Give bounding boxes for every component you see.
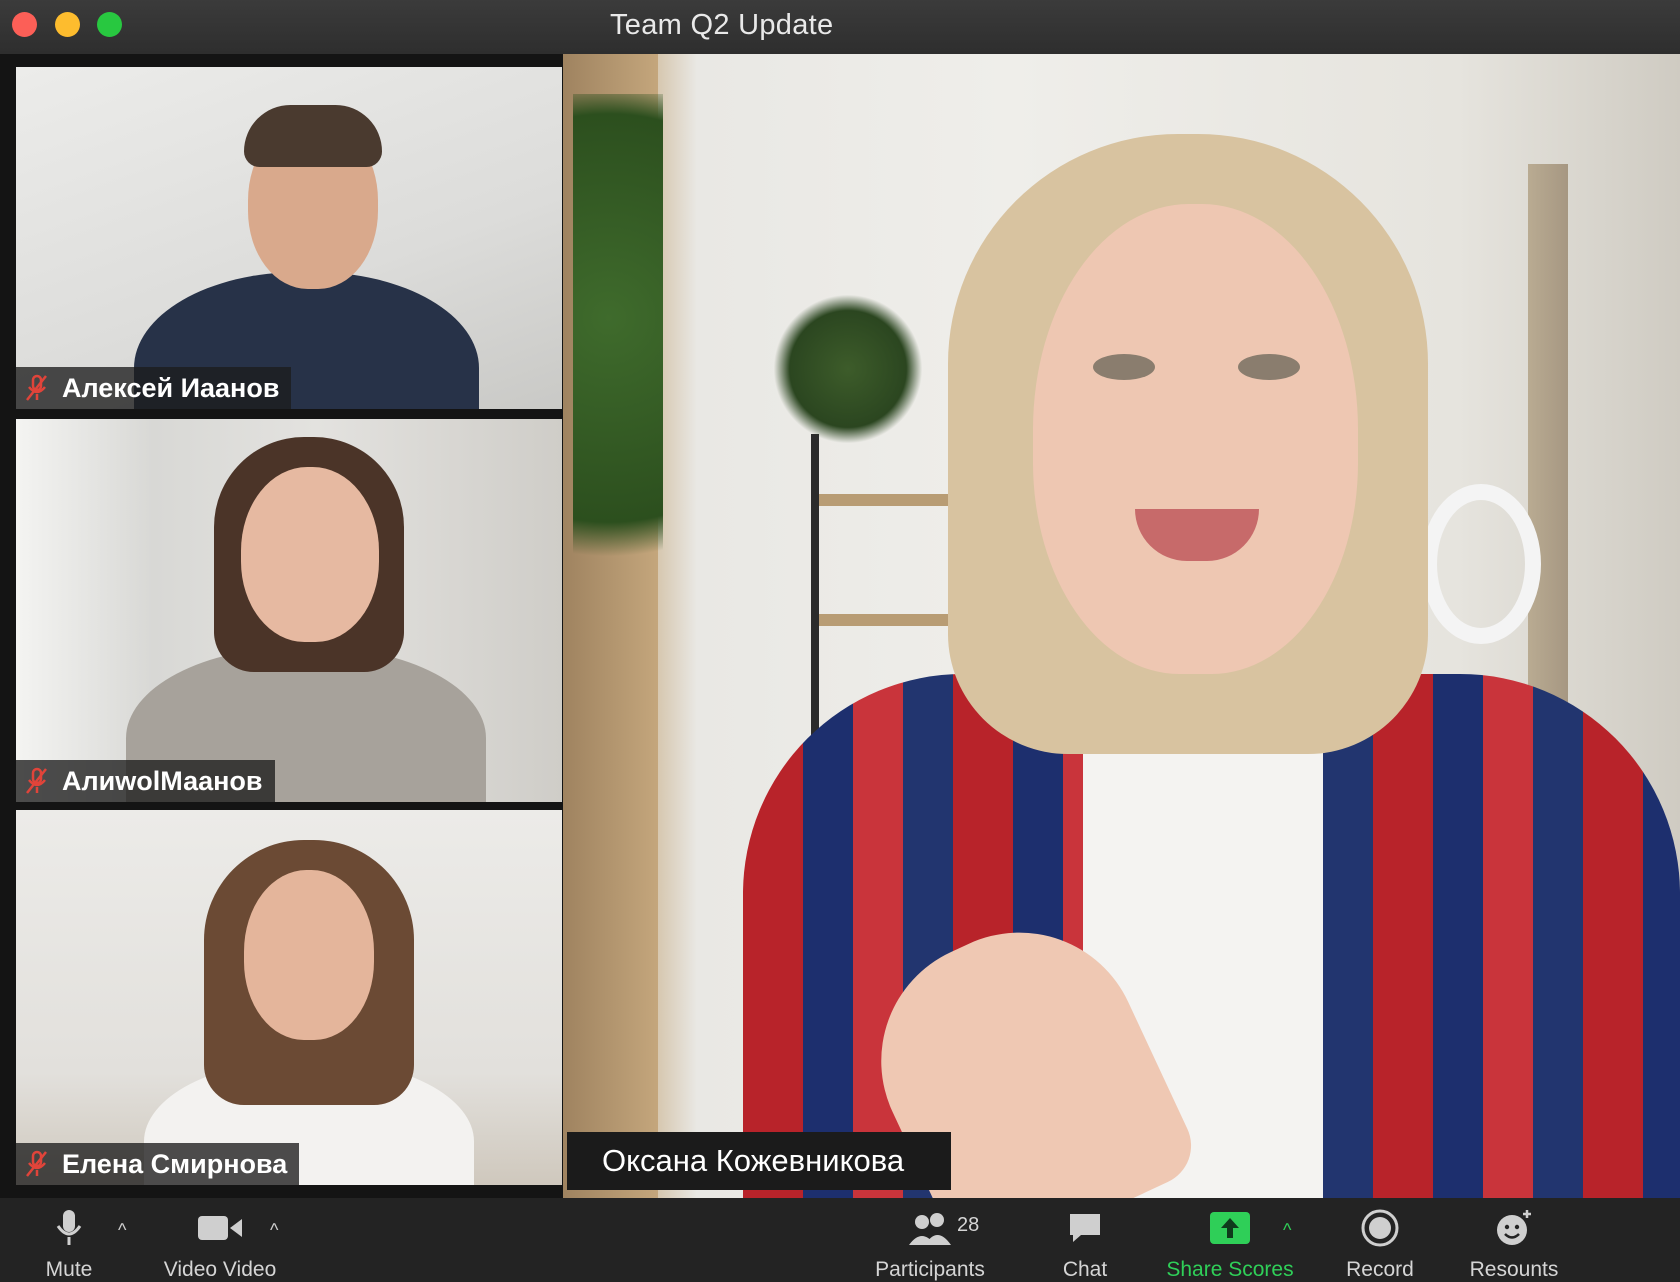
window-title: Team Q2 Update [610,9,834,41]
reactions-button[interactable]: Resounts [1464,1208,1564,1282]
chevron-up-icon[interactable]: ^ [118,1220,126,1241]
participants-count: 28 [957,1214,980,1236]
participant-name: АлиwоlМаанов [62,765,263,796]
share-screen-icon [1210,1212,1250,1244]
participant-nameplate: Елена Смирнова [16,1143,300,1185]
chat-bubble-icon [1070,1214,1100,1242]
participants-icon [909,1213,951,1245]
participant-name: Елена Смирнова [62,1148,288,1179]
participant-tile[interactable]: Алексей Иаанов [16,67,562,409]
emoji-plus-icon [1497,1210,1531,1245]
meeting-toolbar: Mute ^ Video Video ^ Participants 28 Cha… [0,1198,1680,1282]
plant [773,294,923,444]
participant-nameplate: Алексей Иаанов [16,367,292,409]
record-button[interactable]: Record [1340,1208,1420,1282]
chevron-up-icon[interactable]: ^ [1283,1220,1291,1241]
muted-mic-icon [26,767,47,794]
record-icon [1361,1209,1399,1247]
share-screen-button[interactable]: Share Scores [1160,1208,1300,1282]
title-bar: Team Q2 Update [0,0,1680,55]
microphone-icon [56,1210,82,1245]
speaker-name: Оксана Кожевникова [602,1143,905,1178]
speaker-face [1033,204,1358,674]
video-stage: Алексей Иаанов АлиwоlМаанов Елена Смирно… [0,54,1680,1198]
ring-light [1421,484,1541,644]
active-speaker-video[interactable]: Оксана Кожевникова [563,54,1680,1198]
video-camera-icon [198,1216,242,1240]
participant-nameplate: АлиwоlМаанов [16,760,275,802]
mute-button[interactable]: Mute [34,1208,104,1282]
participant-tile[interactable]: АлиwоlМаанов [16,419,562,802]
chat-button[interactable]: Chat [1050,1208,1120,1282]
muted-mic-icon [26,1150,47,1177]
plant [573,94,663,654]
speaker-nameplate: Оксана Кожевникова [567,1132,951,1190]
participant-tile[interactable]: Елена Смирнова [16,810,562,1185]
chevron-up-icon[interactable]: ^ [270,1220,278,1241]
video-button[interactable]: Video Video [160,1208,280,1282]
participant-name: Алексей Иаанов [62,372,280,403]
muted-mic-icon [26,374,47,401]
